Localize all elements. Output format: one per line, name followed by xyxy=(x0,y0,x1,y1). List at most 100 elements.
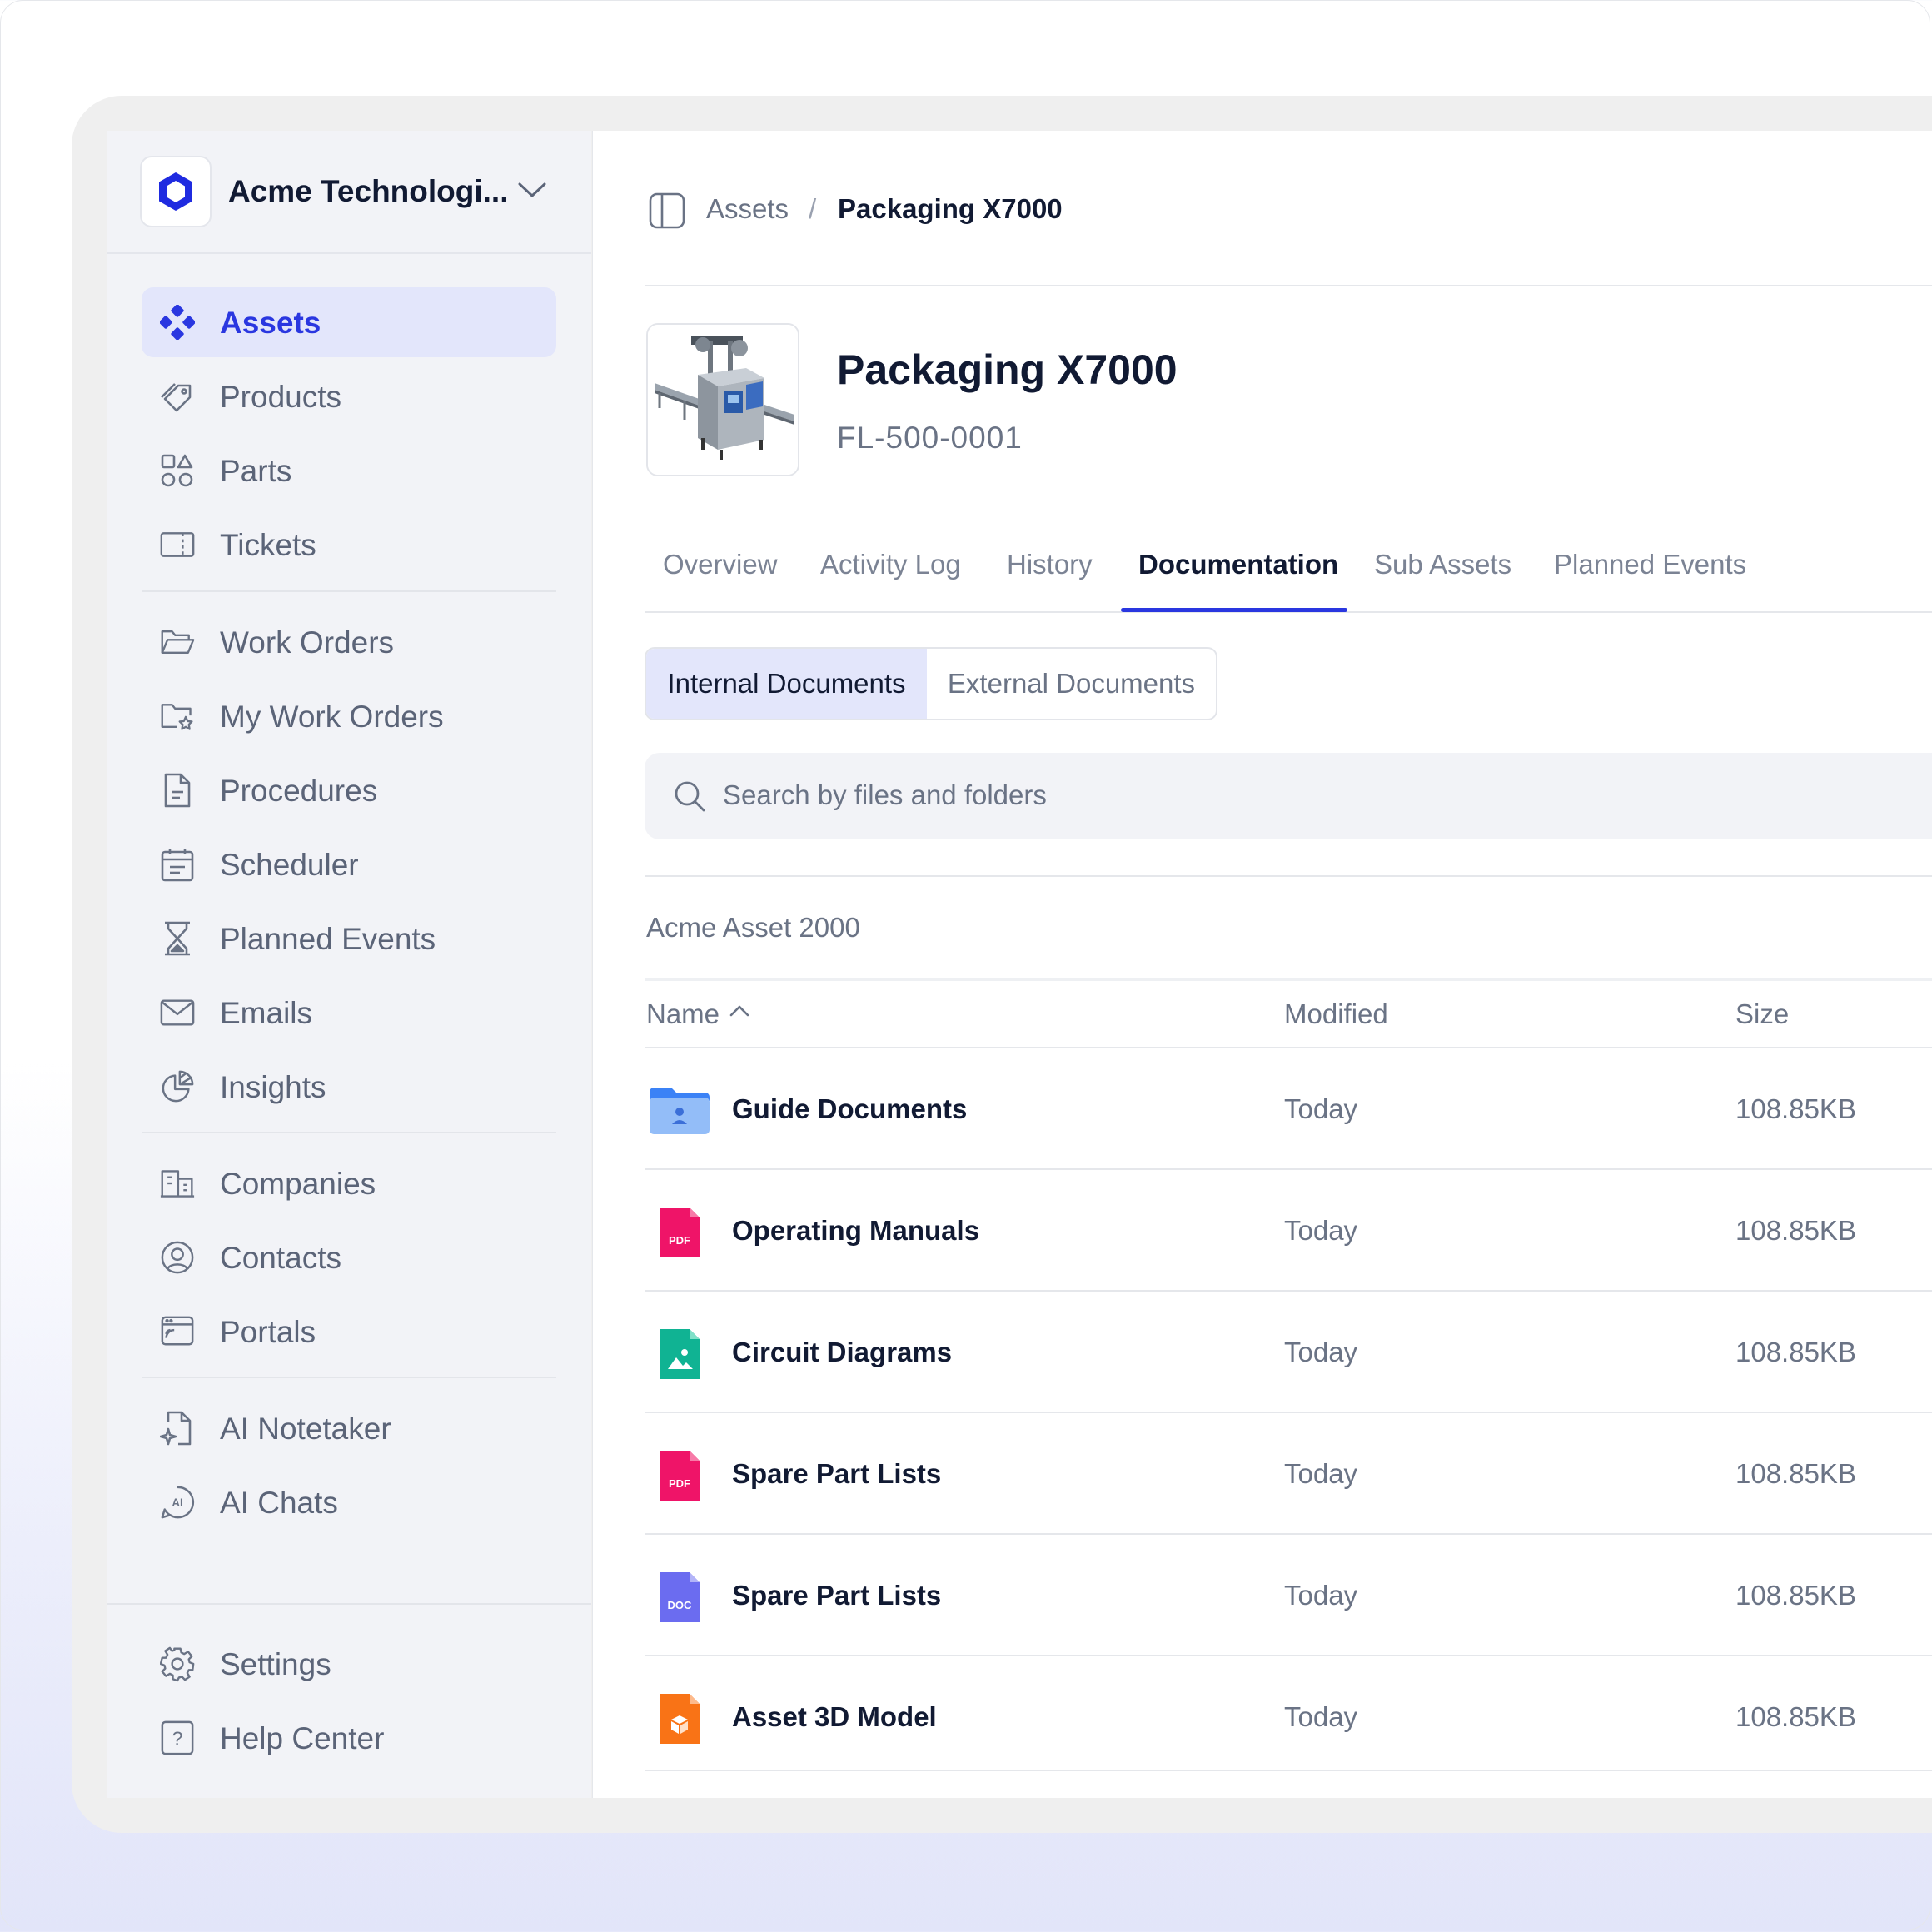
table-row[interactable]: Asset 3D Model Today 108.85KB xyxy=(645,1655,1932,1771)
tab-planned-events[interactable]: Planned Events xyxy=(1554,549,1746,580)
sidebar-item-work-orders[interactable]: Work Orders xyxy=(142,607,556,677)
sidebar-item-label: Parts xyxy=(220,454,292,488)
sidebar-item-insights[interactable]: Insights xyxy=(142,1052,556,1122)
assets-icon xyxy=(160,305,195,340)
file-size: 108.85KB xyxy=(1735,1093,1856,1124)
folder-icon xyxy=(648,1084,711,1138)
sidebar-item-ai-chats[interactable]: AI AI Chats xyxy=(142,1467,556,1537)
file-name: Operating Manuals xyxy=(732,1215,980,1246)
building-icon xyxy=(160,1166,195,1201)
sidebar-item-emails[interactable]: Emails xyxy=(142,978,556,1048)
user-circle-icon xyxy=(160,1240,195,1275)
sidebar-item-parts[interactable]: Parts xyxy=(142,436,556,505)
sidebar-item-label: Companies xyxy=(220,1167,376,1201)
column-header-name[interactable]: Name xyxy=(646,998,720,1030)
search-divider xyxy=(645,875,1932,877)
sidebar-item-label: Settings xyxy=(220,1647,331,1681)
header-divider xyxy=(645,285,1932,286)
folder-label: Acme Asset 2000 xyxy=(646,912,860,943)
column-header-modified[interactable]: Modified xyxy=(1284,998,1388,1030)
hourglass-icon xyxy=(160,921,195,956)
search-icon xyxy=(673,779,706,817)
table-row[interactable]: PDF Operating Manuals Today 108.85KB xyxy=(645,1168,1932,1292)
sidebar-divider xyxy=(142,1377,556,1378)
file-modified: Today xyxy=(1284,1701,1358,1732)
sidebar-item-label: Tickets xyxy=(220,528,316,562)
table-row[interactable]: PDF Spare Part Lists Today 108.85KB xyxy=(645,1412,1932,1535)
sidebar-item-scheduler[interactable]: Scheduler xyxy=(142,829,556,899)
column-header-size[interactable]: Size xyxy=(1735,998,1789,1030)
sidebar-item-label: Procedures xyxy=(220,774,378,808)
sidebar-item-tickets[interactable]: Tickets xyxy=(142,510,556,580)
document-source-toggle: Internal Documents External Documents xyxy=(645,647,1217,720)
table-top-divider xyxy=(645,978,1932,981)
file-modified: Today xyxy=(1284,1215,1358,1246)
ticket-icon xyxy=(160,527,195,562)
sidebar-item-ai-notetaker[interactable]: AI Notetaker xyxy=(142,1393,556,1463)
file-modified: Today xyxy=(1284,1580,1358,1611)
file-name: Guide Documents xyxy=(732,1093,968,1124)
sidebar-divider xyxy=(142,1132,556,1133)
asset-image xyxy=(646,323,799,476)
sidebar-item-procedures[interactable]: Procedures xyxy=(142,755,556,825)
document-icon xyxy=(160,773,195,808)
file-size: 108.85KB xyxy=(1735,1580,1856,1611)
sort-ascending-icon[interactable] xyxy=(729,1003,750,1023)
mail-icon xyxy=(160,995,195,1030)
asset-code: FL-500-0001 xyxy=(837,421,1023,455)
sidebar-item-planned-events[interactable]: Planned Events xyxy=(142,904,556,973)
tab-history[interactable]: History xyxy=(1007,549,1093,580)
org-logo xyxy=(140,156,212,227)
3d-model-file-icon xyxy=(648,1692,711,1745)
sidebar-item-label: My Work Orders xyxy=(220,700,444,734)
sidebar: Acme Technologi... Assets Products Parts xyxy=(107,131,591,1798)
svg-text:PDF: PDF xyxy=(669,1234,690,1247)
file-modified: Today xyxy=(1284,1458,1358,1489)
breadcrumb-parent[interactable]: Assets xyxy=(706,193,789,225)
sidebar-item-portals[interactable]: Portals xyxy=(142,1297,556,1367)
sidebar-item-my-work-orders[interactable]: My Work Orders xyxy=(142,681,556,751)
sidebar-divider xyxy=(142,590,556,592)
folder-open-icon xyxy=(160,625,195,660)
ai-chat-icon: AI xyxy=(160,1485,195,1520)
file-size: 108.85KB xyxy=(1735,1701,1856,1732)
tab-overview[interactable]: Overview xyxy=(663,549,778,580)
sidebar-item-products[interactable]: Products xyxy=(142,361,556,431)
gear-icon xyxy=(160,1646,195,1682)
table-row[interactable]: Circuit Diagrams Today 108.85KB xyxy=(645,1290,1932,1413)
sidebar-item-label: Emails xyxy=(220,996,313,1030)
svg-text:?: ? xyxy=(172,1728,183,1750)
sidebar-item-companies[interactable]: Companies xyxy=(142,1148,556,1218)
sidebar-item-help-center[interactable]: ? Help Center xyxy=(142,1703,556,1773)
file-name: Circuit Diagrams xyxy=(732,1337,953,1367)
org-switcher[interactable]: Acme Technologi... xyxy=(107,131,591,254)
internal-documents-button[interactable]: Internal Documents xyxy=(646,649,927,719)
org-name: Acme Technologi... xyxy=(228,174,509,208)
folder-star-icon xyxy=(160,699,195,734)
sidebar-toggle-icon[interactable] xyxy=(648,192,686,234)
file-size: 108.85KB xyxy=(1735,1458,1856,1489)
ai-note-icon xyxy=(160,1411,195,1446)
tab-sub-assets[interactable]: Sub Assets xyxy=(1374,549,1511,580)
breadcrumb-current: Packaging X7000 xyxy=(838,193,1063,224)
tab-documentation[interactable]: Documentation xyxy=(1138,549,1338,580)
external-documents-button[interactable]: External Documents xyxy=(927,649,1216,719)
main-content: Assets / Packaging X7000 Packaging X7000… xyxy=(592,131,1932,1798)
sidebar-item-assets[interactable]: Assets xyxy=(142,287,556,357)
tab-activity-log[interactable]: Activity Log xyxy=(820,549,961,580)
svg-text:PDF: PDF xyxy=(669,1477,690,1490)
search-input[interactable]: Search by files and folders xyxy=(645,753,1932,839)
sidebar-item-contacts[interactable]: Contacts xyxy=(142,1222,556,1292)
table-row[interactable]: Guide Documents Today 108.85KB xyxy=(645,1047,1932,1170)
sidebar-item-label: Portals xyxy=(220,1315,316,1349)
sidebar-item-settings[interactable]: Settings xyxy=(142,1629,556,1699)
sidebar-item-label: Insights xyxy=(220,1070,326,1104)
help-icon: ? xyxy=(160,1720,195,1755)
sidebar-item-label: AI Chats xyxy=(220,1486,338,1520)
sidebar-item-label: Products xyxy=(220,380,342,414)
active-tab-indicator xyxy=(1121,608,1347,612)
sidebar-item-label: Help Center xyxy=(220,1721,385,1755)
file-name: Asset 3D Model xyxy=(732,1701,937,1732)
table-row[interactable]: DOC Spare Part Lists Today 108.85KB xyxy=(645,1533,1932,1656)
pdf-file-icon: PDF xyxy=(648,1449,711,1502)
